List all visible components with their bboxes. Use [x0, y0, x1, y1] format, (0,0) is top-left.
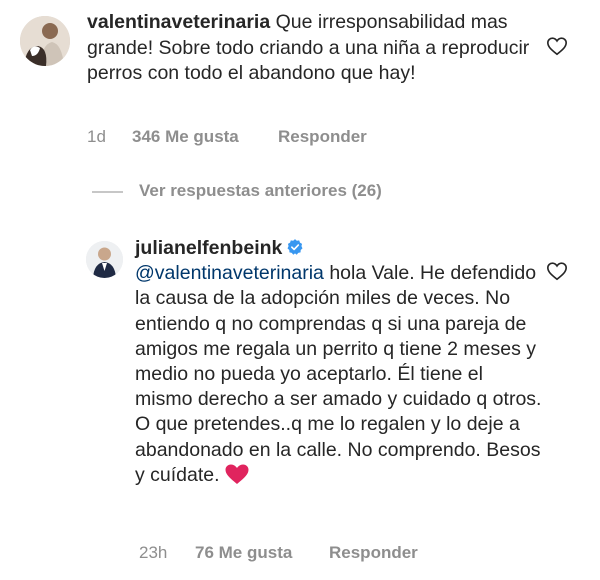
verified-badge-icon: [287, 239, 303, 255]
comment-time: 23h: [139, 543, 168, 562]
avatar[interactable]: [20, 16, 70, 66]
reply-button[interactable]: Responder: [278, 127, 367, 147]
avatar[interactable]: [86, 241, 123, 278]
divider: [92, 191, 123, 193]
mention-link[interactable]: @valentinaveterinaria: [135, 262, 324, 284]
comment-body: hola Vale. He defendido la causa de la a…: [135, 262, 542, 486]
comment-username[interactable]: julianelfenbeink: [135, 237, 282, 259]
comment-time: 1d: [87, 127, 106, 146]
view-previous-replies-button[interactable]: Ver respuestas anteriores (26): [139, 181, 382, 201]
heart-outline-icon[interactable]: [546, 35, 568, 57]
comment-username[interactable]: valentinaveterinaria: [87, 11, 270, 33]
heart-outline-icon[interactable]: [546, 260, 568, 282]
red-heart-emoji: [225, 464, 249, 484]
avatar-photo: [86, 241, 123, 278]
reply-button[interactable]: Responder: [329, 543, 418, 563]
avatar-photo: [20, 16, 70, 66]
comment-text: julianelfenbeink @valentinaveterinaria h…: [135, 236, 545, 488]
likes-count[interactable]: 76 Me gusta: [195, 543, 292, 563]
comment-text: valentinaveterinaria Que irresponsabilid…: [87, 10, 547, 87]
likes-count[interactable]: 346 Me gusta: [132, 127, 239, 147]
